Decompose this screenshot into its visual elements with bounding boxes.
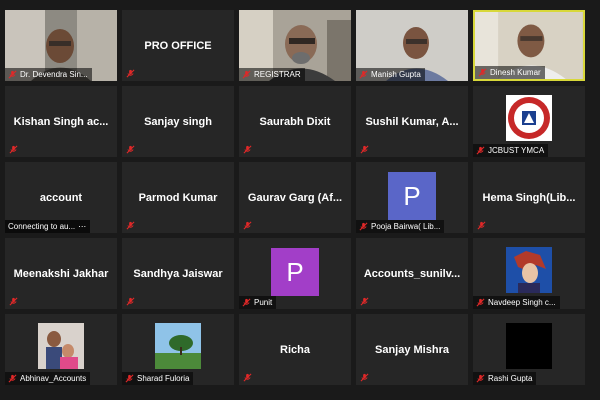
- participant-name-label: Pooja Bairwa( Lib...: [356, 220, 445, 233]
- participant-name: PRO OFFICE: [144, 39, 212, 52]
- participant-name: Parmod Kumar: [138, 191, 218, 204]
- muted-mic-icon: [126, 221, 135, 230]
- muted-mic-icon: [125, 374, 134, 383]
- muted-mic-icon: [476, 298, 485, 307]
- muted-mic-icon: [360, 297, 369, 306]
- participant-name-label: Dinesh Kumar: [475, 66, 545, 79]
- profile-photo: [38, 323, 84, 369]
- participant-tile-sanjay-singh[interactable]: Sanjay singh: [122, 86, 234, 157]
- participant-grid: Dr. Devendra Sin... PRO OFFICE REGISTRAR: [5, 10, 585, 385]
- participant-tile-rashi-gupta[interactable]: Rashi Gupta: [473, 314, 585, 385]
- participant-tile-meenakshi-jakhar[interactable]: Meenakshi Jakhar: [5, 238, 117, 309]
- muted-mic-icon: [242, 298, 251, 307]
- participant-tile-richa[interactable]: Richa: [239, 314, 351, 385]
- participant-name: Gaurav Garg (Af...: [247, 191, 343, 204]
- muted-mic-icon: [359, 222, 368, 231]
- participant-tile-punit[interactable]: P Punit: [239, 238, 351, 309]
- participant-name: Meenakshi Jakhar: [13, 267, 109, 280]
- muted-mic-icon: [126, 69, 135, 78]
- muted-mic-icon: [9, 145, 18, 154]
- university-logo-icon: [506, 95, 552, 141]
- avatar: P: [388, 172, 436, 220]
- participant-tile-account[interactable]: account Connecting to au... ⋯: [5, 162, 117, 233]
- participant-name-label: Navdeep Singh c...: [473, 296, 560, 309]
- participant-tile-dinesh-kumar[interactable]: Dinesh Kumar: [473, 10, 585, 81]
- participant-tile-hema-singh[interactable]: Hema Singh(Lib...: [473, 162, 585, 233]
- profile-photo: [506, 323, 552, 369]
- participant-tile-sharad-fuloria[interactable]: Sharad Fuloria: [122, 314, 234, 385]
- participant-tile-dr-devendra[interactable]: Dr. Devendra Sin...: [5, 10, 117, 81]
- participant-tile-sanjay-mishra[interactable]: Sanjay Mishra: [356, 314, 468, 385]
- participant-tile-pro-office[interactable]: PRO OFFICE: [122, 10, 234, 81]
- participant-tile-manish-gupta[interactable]: Manish Gupta: [356, 10, 468, 81]
- muted-mic-icon: [8, 70, 17, 79]
- participant-tile-pooja-bairwa[interactable]: P Pooja Bairwa( Lib...: [356, 162, 468, 233]
- participant-name-label: Rashi Gupta: [473, 372, 537, 385]
- muted-mic-icon: [243, 145, 252, 154]
- participant-tile-jcbust-ymca[interactable]: JCBUST YMCA: [473, 86, 585, 157]
- participant-tile-navdeep-singh[interactable]: Navdeep Singh c...: [473, 238, 585, 309]
- muted-mic-icon: [126, 145, 135, 154]
- participant-name: Sandhya Jaiswar: [133, 267, 223, 280]
- participant-name-label: Punit: [239, 296, 277, 309]
- muted-mic-icon: [242, 70, 251, 79]
- avatar: P: [271, 248, 319, 296]
- muted-mic-icon: [243, 373, 252, 382]
- participant-tile-gaurav-garg[interactable]: Gaurav Garg (Af...: [239, 162, 351, 233]
- muted-mic-icon: [9, 297, 18, 306]
- participant-tile-parmod-kumar[interactable]: Parmod Kumar: [122, 162, 234, 233]
- participant-name: Sanjay singh: [144, 115, 212, 128]
- participant-name: Kishan Singh ac...: [13, 115, 109, 128]
- participant-name: Hema Singh(Lib...: [482, 191, 576, 204]
- participant-tile-saurabh-dixit[interactable]: Saurabh Dixit: [239, 86, 351, 157]
- muted-mic-icon: [360, 373, 369, 382]
- participant-name: Sushil Kumar, A...: [365, 115, 459, 128]
- muted-mic-icon: [8, 374, 17, 383]
- participant-tile-abhinav-accounts[interactable]: Abhinav_Accounts: [5, 314, 117, 385]
- participant-tile-sandhya-jaiswar[interactable]: Sandhya Jaiswar: [122, 238, 234, 309]
- participant-name: Accounts_sunilv...: [363, 267, 461, 280]
- participant-name-label: Manish Gupta: [356, 68, 425, 81]
- muted-mic-icon: [477, 221, 486, 230]
- participant-name: account: [39, 191, 83, 204]
- muted-mic-icon: [478, 68, 487, 77]
- participant-tile-sushil-kumar[interactable]: Sushil Kumar, A...: [356, 86, 468, 157]
- muted-mic-icon: [126, 297, 135, 306]
- participant-tile-kishan-singh[interactable]: Kishan Singh ac...: [5, 86, 117, 157]
- participant-name-label: Abhinav_Accounts: [5, 372, 91, 385]
- participant-name: Richa: [280, 343, 310, 356]
- participant-name-label: Dr. Devendra Sin...: [5, 68, 92, 81]
- loading-dots-icon: ⋯: [78, 222, 87, 231]
- participant-tile-accounts-sunilv[interactable]: Accounts_sunilv...: [356, 238, 468, 309]
- muted-mic-icon: [360, 145, 369, 154]
- participant-name-label: REGISTRAR: [239, 68, 305, 81]
- participant-name: Saurabh Dixit: [259, 115, 331, 128]
- profile-photo: [155, 323, 201, 369]
- muted-mic-icon: [476, 374, 485, 383]
- muted-mic-icon: [476, 146, 485, 155]
- participant-name-label: JCBUST YMCA: [473, 144, 549, 157]
- profile-photo: [506, 247, 552, 293]
- muted-mic-icon: [359, 70, 368, 79]
- connecting-status: Connecting to au... ⋯: [5, 220, 91, 233]
- participant-name-label: Sharad Fuloria: [122, 372, 194, 385]
- participant-tile-registrar[interactable]: REGISTRAR: [239, 10, 351, 81]
- muted-mic-icon: [243, 221, 252, 230]
- participant-name: Sanjay Mishra: [375, 343, 449, 356]
